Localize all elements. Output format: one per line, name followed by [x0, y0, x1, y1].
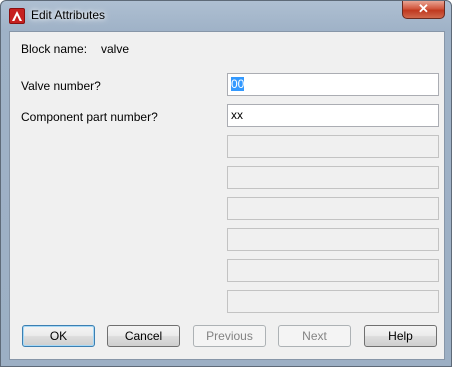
block-name-label: Block name:	[21, 42, 88, 56]
next-button: Next	[278, 325, 351, 347]
valve-number-value: 00	[231, 77, 245, 91]
empty-attribute-field-6	[227, 290, 439, 313]
edit-attributes-dialog: Edit Attributes ✕ Block name: valve Valv…	[0, 0, 452, 367]
valve-number-field[interactable]: 00	[227, 73, 439, 96]
valve-number-label: Valve number?	[21, 79, 101, 93]
empty-attribute-field-2	[227, 166, 439, 189]
previous-button: Previous	[193, 325, 266, 347]
component-part-number-field[interactable]: xx	[227, 104, 439, 127]
window-title: Edit Attributes	[31, 8, 106, 22]
component-part-number-value: xx	[231, 108, 243, 122]
block-name-value: valve	[101, 42, 130, 56]
cancel-button[interactable]: Cancel	[107, 325, 180, 347]
close-icon: ✕	[418, 1, 429, 16]
dialog-body: Block name: valve Valve number? 00 Compo…	[9, 31, 445, 360]
component-part-number-label: Component part number?	[21, 110, 158, 124]
title-bar[interactable]: Edit Attributes ✕	[1, 1, 451, 31]
autocad-logo-icon	[9, 8, 25, 24]
empty-attribute-field-3	[227, 197, 439, 220]
ok-button[interactable]: OK	[22, 325, 95, 347]
empty-attribute-field-4	[227, 228, 439, 251]
empty-attribute-field-1	[227, 135, 439, 158]
help-button[interactable]: Help	[364, 325, 437, 347]
close-button[interactable]: ✕	[402, 1, 445, 19]
empty-attribute-field-5	[227, 259, 439, 282]
